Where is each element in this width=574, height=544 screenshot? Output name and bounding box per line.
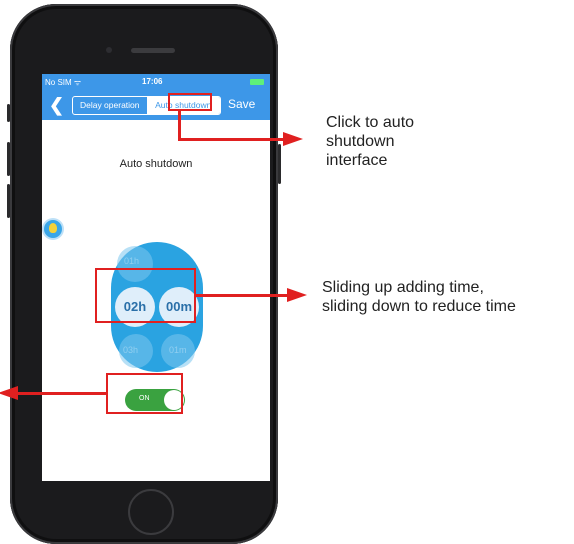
earpiece-speaker [131,48,175,53]
next-hour-value: 03h [123,345,139,355]
highlight-auto-shutdown-tab [168,93,212,111]
callout-line-top-vertical [178,111,181,141]
callout-line-3: interface [326,152,388,169]
prev-hour-value: 01h [124,256,140,266]
front-camera [106,47,112,53]
highlight-time-picker [95,268,196,323]
callout-sliding-line-2: sliding down to reduce time [322,298,516,315]
carrier-label: No SIM ᯤ [45,78,82,87]
volume-down-button [7,184,10,218]
page-title: Auto shutdown [119,158,193,170]
lightbulb-icon[interactable] [44,220,62,238]
callout-line-toggle [14,392,106,395]
arrow-left-icon [0,386,18,400]
next-minute-value: 01m [169,345,187,355]
callout-sliding-line-1: Sliding up adding time, [322,279,484,296]
callout-line-middle [196,294,288,297]
nav-bar: ❮ Delay operation Auto shutdown Save [42,90,270,120]
callout-auto-shutdown: Click to auto shutdown interface [326,113,414,170]
arrow-right-icon [283,132,303,146]
callout-line-1: Click to auto [326,114,415,131]
power-button [278,144,281,184]
callout-line-2: shutdown [326,133,395,150]
arrow-right-icon [287,288,307,302]
volume-up-button [7,142,10,176]
save-button[interactable]: Save [228,97,255,111]
callout-line-top-horizontal [178,138,284,141]
highlight-toggle [106,373,183,414]
tab-delay-operation[interactable]: Delay operation [73,97,147,114]
callout-sliding: Sliding up adding time, sliding down to … [322,278,516,316]
status-bar: No SIM ᯤ 17:06 [42,74,270,90]
mute-switch [7,104,10,122]
home-button[interactable] [128,489,174,535]
status-time: 17:06 [142,77,163,86]
battery-icon [250,79,264,85]
back-chevron-icon[interactable]: ❮ [49,96,64,114]
